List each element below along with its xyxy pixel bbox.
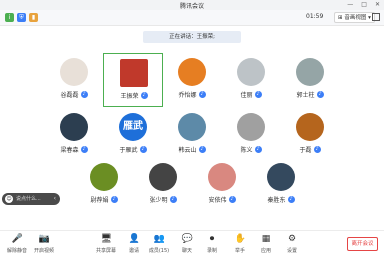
participant-tile[interactable]: 乔怡娜 ♪	[162, 53, 222, 107]
toolbar-item[interactable]: 📷 开启视频	[29, 234, 59, 254]
participant-name: 王振荣	[120, 93, 139, 100]
toolbar-item-icon: 🖥	[100, 234, 112, 244]
chat-placeholder: 说点什么...	[16, 196, 41, 202]
mic-status-icon: ♪	[228, 196, 236, 203]
participant-tile[interactable]: 陈义 ♪	[221, 108, 281, 162]
participant-name: 尉荐娟	[90, 197, 109, 204]
mic-status-icon: ♪	[198, 91, 206, 98]
participant-tile[interactable]: 尉荐娟 ♪	[74, 158, 134, 212]
mic-status-icon: ♪	[169, 196, 177, 203]
participant-name: 于雁武	[119, 147, 138, 154]
view-mode-button[interactable]: ⊞ 音画视图 ▾	[334, 12, 375, 23]
mic-status-icon: ♪	[140, 92, 148, 99]
participant-tile[interactable]: 郭士柱 ♪	[280, 53, 340, 107]
meeting-timer: 01:59	[306, 13, 324, 20]
toolbar-item[interactable]: ⏺ 录制	[197, 234, 227, 254]
avatar	[267, 163, 295, 191]
avatar: 雁武	[119, 113, 147, 141]
title-bar: 腾讯会议 — □ ✕	[0, 0, 384, 10]
avatar	[296, 58, 324, 86]
toolbar-item-label: 解除静音	[6, 248, 27, 254]
collapse-arrow-icon[interactable]: ‹	[54, 195, 56, 202]
participant-tile[interactable]: 张少明 ♪	[133, 158, 193, 212]
mic-status-icon: ♪	[313, 146, 321, 153]
close-button[interactable]: ✕	[375, 1, 380, 8]
participant-tile[interactable]: 秦胜东 ♪	[251, 158, 311, 212]
mic-status-icon: ♪	[198, 146, 206, 153]
participant-name: 郭士柱	[296, 92, 315, 99]
participant-tile[interactable]: 王振荣 ♪	[103, 53, 163, 107]
toolbar-item-label: 成员(15)	[148, 248, 170, 254]
mic-status-icon: ♪	[139, 146, 147, 153]
avatar	[237, 58, 265, 86]
mic-status-icon: ♪	[80, 146, 88, 153]
smile-icon: ☺	[5, 195, 13, 203]
toolbar-item-label: 录制	[206, 248, 217, 254]
window-title: 腾讯会议	[179, 3, 204, 10]
toolbar-item[interactable]: ⚙ 设置	[277, 234, 307, 254]
avatar-text: 雁武	[123, 121, 143, 132]
avatar	[60, 58, 88, 86]
fullscreen-icon[interactable]	[372, 13, 380, 21]
participant-name: 佳丽	[240, 92, 253, 99]
bottom-toolbar: 🎤 解除静音 📷 开启视频 🖥 共享屏幕 👤 邀请 👥 成员(15) 💬 聊天 ⏺ 录制 ✋ 举手 ▦ 应用 ⚙ 设置…	[0, 230, 384, 257]
toolbar-item[interactable]: 👥 成员(15)	[144, 234, 174, 254]
toolbar-item-icon: 📷	[38, 234, 50, 244]
avatar	[90, 163, 118, 191]
network-signal-icon[interactable]: ▮	[29, 13, 38, 22]
avatar	[120, 59, 148, 87]
avatar	[237, 113, 265, 141]
toolbar-item-icon: 👤	[128, 234, 140, 244]
participant-tile[interactable]: 谷磊磊 ♪	[44, 53, 104, 107]
toolbar-item-icon: ⚙	[287, 234, 297, 244]
participant-name: 安依伟	[208, 197, 227, 204]
toolbar-item-icon: ✋	[234, 234, 246, 244]
chat-quick-input[interactable]: ☺ 说点什么... ‹	[2, 193, 60, 205]
participant-tile[interactable]: 安依伟 ♪	[192, 158, 252, 212]
participant-tile[interactable]: 梁春森 ♪	[44, 108, 104, 162]
participant-name: 谷磊磊	[60, 92, 79, 99]
toolbar-item-icon: ⏺	[209, 234, 215, 244]
toolbar-item[interactable]: 🖥 共享屏幕	[91, 234, 121, 254]
participant-name: 乔怡娜	[178, 92, 197, 99]
toolbar-item-icon: 👥	[153, 234, 165, 244]
toolbar-item-label: 开启视频	[33, 248, 54, 254]
mic-status-icon: ♪	[254, 91, 262, 98]
leave-meeting-button[interactable]: 离开会议	[347, 237, 378, 251]
participant-tile[interactable]: 于磊 ♪	[280, 108, 340, 162]
toolbar-item-label: 设置	[286, 248, 297, 254]
participant-tile[interactable]: 韩云山 ♪	[162, 108, 222, 162]
avatar	[296, 113, 324, 141]
participant-name: 张少明	[149, 197, 168, 204]
avatar	[208, 163, 236, 191]
participant-name: 秦胜东	[267, 197, 286, 204]
mic-status-icon: ♪	[254, 146, 262, 153]
avatar	[178, 58, 206, 86]
mic-status-icon: ♪	[287, 196, 295, 203]
toolbar-item-icon: 🎤	[11, 234, 23, 244]
maximize-button[interactable]: □	[361, 1, 367, 8]
toolbar-item-icon: ▦	[261, 234, 271, 244]
participant-tile[interactable]: 雁武于雁武 ♪	[103, 108, 163, 162]
mic-status-icon: ♪	[110, 196, 118, 203]
participant-name: 梁春森	[60, 147, 79, 154]
avatar	[60, 113, 88, 141]
participant-name: 韩云山	[178, 147, 197, 154]
minimize-button[interactable]: —	[347, 1, 353, 8]
mic-status-icon: ♪	[80, 91, 88, 98]
participant-name: 陈义	[240, 147, 253, 154]
toolbar-item-icon: 💬	[181, 234, 193, 244]
toolbar-item[interactable]: 🎤 解除静音	[2, 234, 32, 254]
participant-name: 于磊	[299, 147, 312, 154]
meeting-toolbar: i ⛨ ▮ 01:59 ⊞ 音画视图 ▾	[0, 10, 384, 26]
avatar	[178, 113, 206, 141]
meeting-info-icon[interactable]: i	[5, 13, 14, 22]
participant-tile[interactable]: 佳丽 ♪	[221, 53, 281, 107]
avatar	[149, 163, 177, 191]
mic-status-icon: ♪	[316, 91, 324, 98]
toolbar-item-label: 共享屏幕	[95, 248, 116, 254]
speaking-banner: 正在讲话：王振荣;	[143, 31, 241, 43]
security-shield-icon[interactable]: ⛨	[17, 13, 26, 22]
